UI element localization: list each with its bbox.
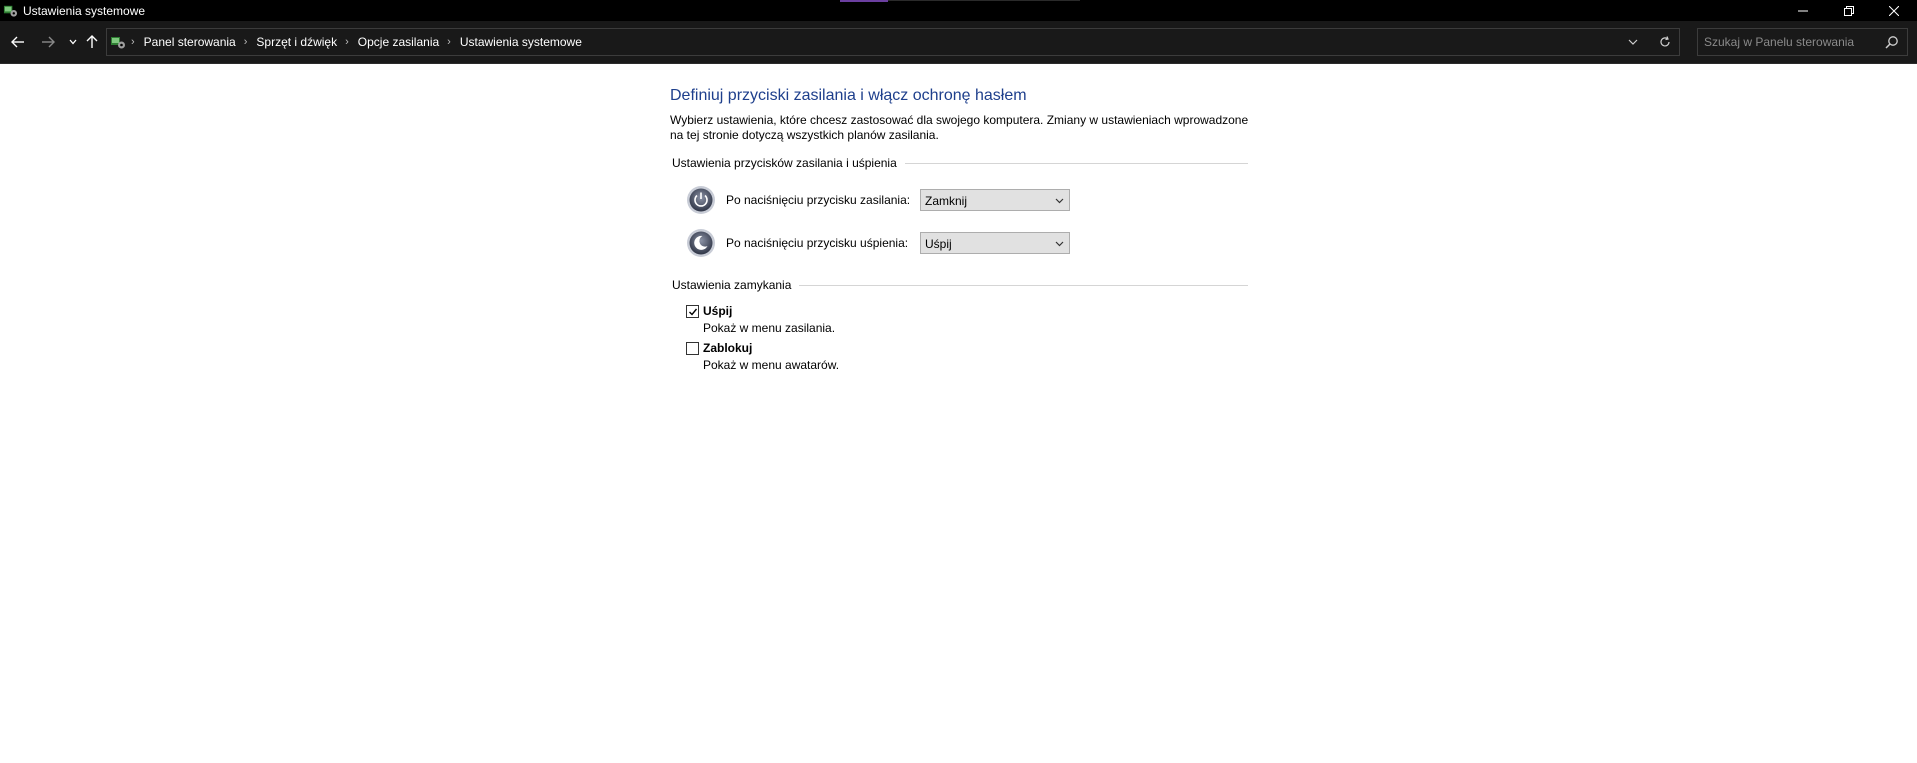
- taskbar-accent-line: [888, 0, 1080, 1]
- restore-button[interactable]: [1826, 0, 1872, 21]
- arrow-right-icon: [42, 36, 55, 48]
- chevron-right-icon[interactable]: ›: [244, 36, 248, 48]
- breadcrumb: › Panel sterowania › Sprzęt i dźwięk › O…: [129, 29, 582, 55]
- up-button[interactable]: [81, 31, 103, 53]
- chevron-down-icon: [1628, 39, 1638, 45]
- breadcrumb-ustawienia-systemowe[interactable]: Ustawienia systemowe: [460, 35, 582, 49]
- restore-icon: [1844, 5, 1854, 16]
- chevron-right-icon[interactable]: ›: [131, 36, 135, 48]
- sleep-option-description: Pokaż w menu zasilania.: [703, 321, 836, 335]
- sleep-button-action-select[interactable]: Uśpij: [920, 232, 1070, 254]
- title-bar: Ustawienia systemowe: [0, 0, 1917, 21]
- selected-value: Uśpij: [925, 237, 952, 251]
- close-button[interactable]: [1871, 0, 1917, 21]
- refresh-icon: [1660, 36, 1670, 47]
- chevron-down-icon: [69, 39, 77, 45]
- breadcrumb-panel-sterowania[interactable]: Panel sterowania: [144, 35, 236, 49]
- sleep-checkbox[interactable]: [686, 305, 699, 318]
- arrow-up-icon: [86, 35, 98, 48]
- section-heading-power-buttons: Ustawienia przycisków zasilania i uśpien…: [672, 155, 1248, 171]
- window-title: Ustawienia systemowe: [23, 4, 146, 18]
- search-box[interactable]: [1697, 28, 1908, 56]
- lock-option-label[interactable]: Zablokuj: [703, 341, 752, 355]
- section-heading-shutdown: Ustawienia zamykania: [672, 277, 1248, 293]
- forward-button[interactable]: [37, 31, 59, 53]
- back-button[interactable]: [7, 31, 29, 53]
- close-icon: [1889, 5, 1899, 16]
- taskbar-accent: [840, 0, 888, 2]
- breadcrumb-opcje-zasilania[interactable]: Opcje zasilania: [358, 35, 439, 49]
- divider: [904, 162, 1248, 164]
- power-button-action-select[interactable]: Zamknij: [920, 189, 1070, 211]
- breadcrumb-sprzet-i-dzwiek[interactable]: Sprzęt i dźwięk: [256, 35, 337, 49]
- sleep-button-label: Po naciśnięciu przycisku uśpienia:: [726, 236, 909, 250]
- arrow-left-icon: [11, 36, 24, 48]
- control-panel-icon: [111, 37, 125, 49]
- page-description: Wybierz ustawienia, które chcesz zastoso…: [670, 113, 1249, 142]
- minimize-icon: [1798, 10, 1808, 11]
- power-button-icon: [687, 186, 715, 214]
- section-title: Ustawienia zamykania: [672, 278, 792, 292]
- lock-checkbox[interactable]: [686, 342, 699, 355]
- address-history-button[interactable]: [1623, 33, 1643, 51]
- page-title: Definiuj przyciski zasilania i włącz och…: [670, 87, 1027, 104]
- lock-option-description: Pokaż w menu awatarów.: [703, 358, 840, 372]
- chevron-down-icon: [1055, 198, 1064, 204]
- control-panel-icon: [3, 5, 18, 17]
- refresh-button[interactable]: [1655, 33, 1675, 51]
- power-button-setting: Po naciśnięciu przycisku zasilania: Zamk…: [686, 185, 1086, 215]
- navigation-bar: › Panel sterowania › Sprzęt i dźwięk › O…: [0, 21, 1917, 64]
- power-button-label: Po naciśnięciu przycisku zasilania:: [726, 193, 911, 207]
- chevron-down-icon: [1055, 241, 1064, 247]
- search-input[interactable]: [1704, 33, 1879, 51]
- chevron-right-icon[interactable]: ›: [345, 36, 349, 48]
- checkmark-icon: [688, 308, 697, 316]
- chevron-right-icon[interactable]: ›: [447, 36, 451, 48]
- sleep-button-setting: Po naciśnięciu przycisku uśpienia: Uśpij: [686, 228, 1086, 258]
- sleep-button-icon: [687, 229, 715, 257]
- selected-value: Zamknij: [925, 194, 968, 208]
- section-title: Ustawienia przycisków zasilania i uśpien…: [672, 156, 897, 170]
- divider: [799, 284, 1248, 286]
- minimize-button[interactable]: [1780, 0, 1826, 21]
- sleep-option-label[interactable]: Uśpij: [703, 304, 732, 318]
- address-bar[interactable]: › Panel sterowania › Sprzęt i dźwięk › O…: [106, 28, 1680, 56]
- search-icon[interactable]: [1885, 35, 1899, 49]
